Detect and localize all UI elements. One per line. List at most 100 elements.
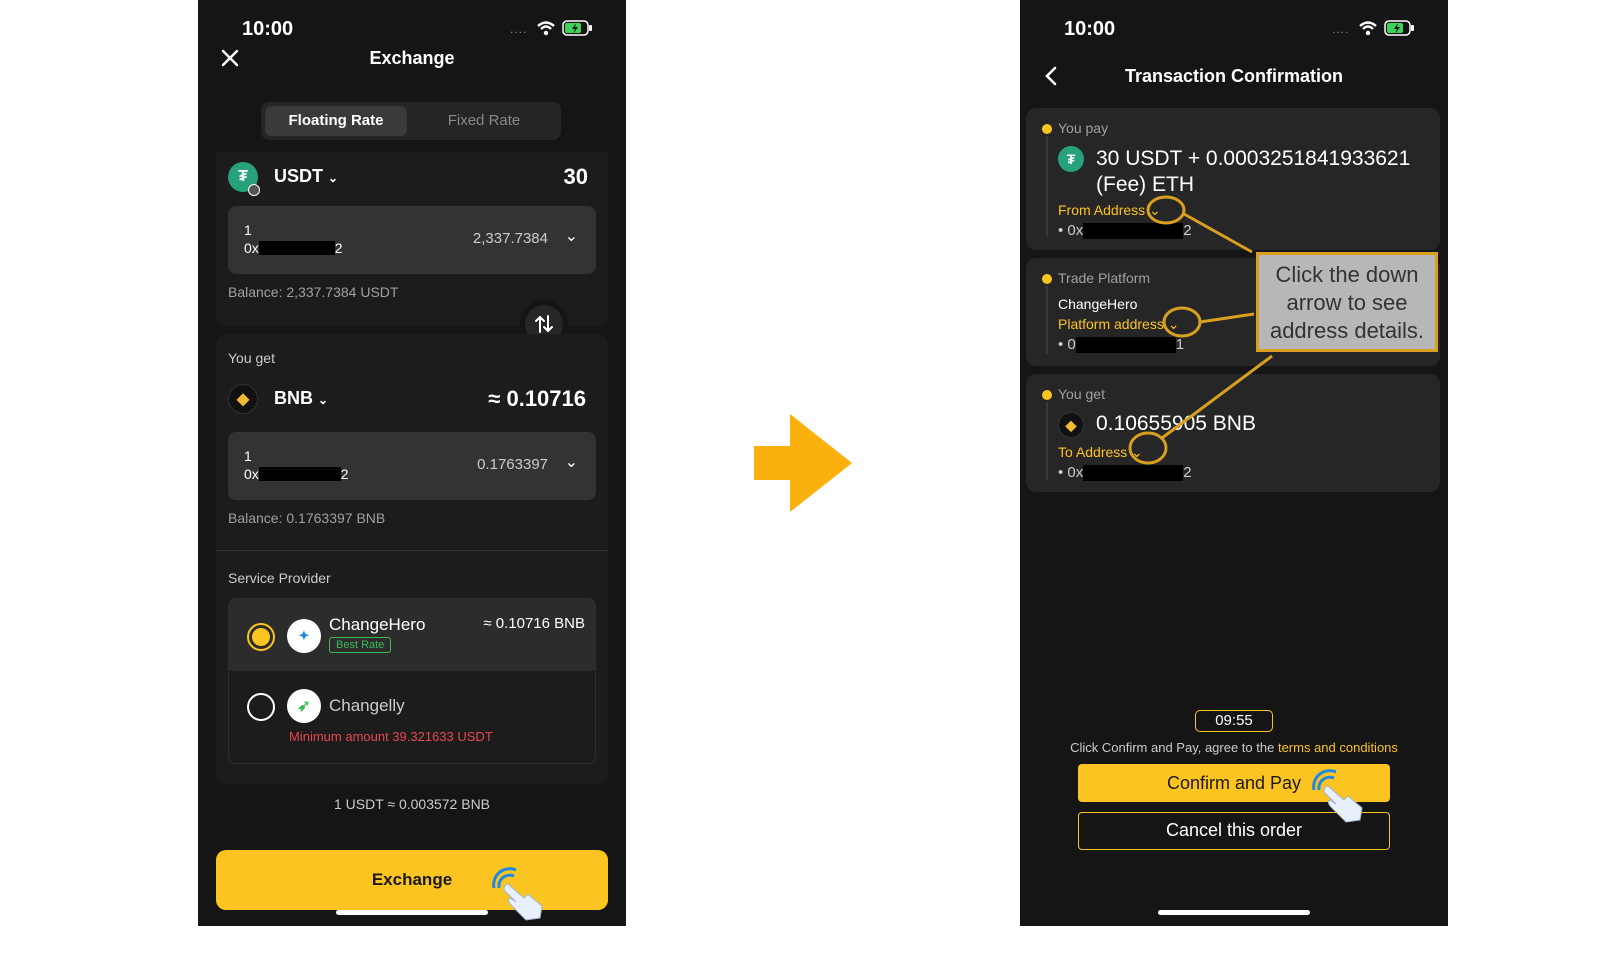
pay-amount-line1: 30 USDT + 0.0003251841933621 bbox=[1096, 147, 1411, 170]
chevron-down-icon: ⌄ bbox=[1149, 202, 1161, 218]
chevron-down-icon: ⌄ bbox=[328, 171, 339, 185]
home-indicator bbox=[336, 910, 488, 915]
provider-name: ChangeHero bbox=[329, 615, 426, 634]
from-address-label: From Address bbox=[1058, 202, 1146, 218]
eth-network-icon bbox=[248, 184, 260, 196]
exchange-screen: 10:00 .... Exchange Floating Rate Fixed … bbox=[198, 0, 626, 926]
signal-icon: .... bbox=[1332, 22, 1350, 36]
from-address: • 0x 2 bbox=[1058, 222, 1192, 239]
exchange-rate: 1 USDT ≈ 0.003572 BNB bbox=[333, 796, 491, 812]
platform-name: ChangeHero bbox=[1058, 296, 1138, 312]
redacted-block bbox=[1083, 464, 1184, 481]
to-card: You get ◆ BNB ⌄ ≈ 0.10716 1 0x 2 0.176339… bbox=[216, 334, 608, 784]
provider-name: Changelly bbox=[329, 696, 405, 715]
to-amount: ≈ 0.10716 bbox=[488, 386, 586, 411]
redacted-block bbox=[258, 241, 335, 255]
address-suffix: 2 bbox=[1183, 464, 1192, 481]
you-pay-card: You pay ₮ 30 USDT + 0.0003251841933621 (F… bbox=[1026, 108, 1440, 250]
to-address-toggle[interactable]: To Address ⌄ bbox=[1058, 444, 1143, 461]
radio-unselected[interactable] bbox=[247, 693, 275, 721]
tab-floating-rate[interactable]: Floating Rate bbox=[265, 106, 407, 136]
status-time: 10:00 bbox=[242, 18, 294, 40]
step-dot bbox=[1042, 274, 1052, 284]
step-dot bbox=[1042, 124, 1052, 134]
callout-line: arrow to see bbox=[1286, 290, 1408, 315]
signal-icon: .... bbox=[510, 22, 528, 36]
address-prefix: 0x bbox=[244, 240, 259, 256]
changelly-logo: ➶ bbox=[287, 689, 321, 723]
usdt-coin-icon: ₮ bbox=[1058, 146, 1084, 172]
terms-link[interactable]: terms and conditions bbox=[1278, 740, 1398, 755]
platform-address: • 01 bbox=[1058, 336, 1185, 353]
wifi-icon bbox=[1359, 21, 1377, 36]
chevron-down-icon: ⌄ bbox=[318, 393, 329, 407]
radio-selected[interactable] bbox=[247, 623, 275, 651]
address-suffix: 2 bbox=[340, 466, 349, 482]
battery-icon bbox=[562, 20, 592, 36]
pay-amount-line2: (Fee) ETH bbox=[1096, 173, 1195, 196]
you-get-label: You get bbox=[1058, 386, 1105, 402]
from-amount-input[interactable]: 30 bbox=[564, 164, 588, 190]
step-dot bbox=[1042, 390, 1052, 400]
to-wallet-name: 1 bbox=[244, 448, 252, 464]
you-get-label: You get bbox=[228, 350, 275, 366]
step-line bbox=[1046, 286, 1048, 354]
from-wallet-selector[interactable]: 1 0x 2 2,337.7384 ⌄ bbox=[228, 206, 596, 274]
minimum-amount-warning: Minimum amount 39.321633 USDT bbox=[289, 729, 493, 744]
platform-address-toggle[interactable]: Platform address ⌄ bbox=[1058, 316, 1179, 333]
hand-tap-icon bbox=[492, 867, 543, 921]
to-token-selector[interactable]: BNB ⌄ bbox=[274, 388, 328, 409]
you-pay-label: You pay bbox=[1058, 120, 1109, 136]
redacted-block bbox=[258, 467, 341, 481]
chevron-down-icon: ⌄ bbox=[1131, 444, 1143, 460]
to-wallet-address: 0x 2 bbox=[244, 466, 349, 482]
chevron-down-icon: ⌄ bbox=[564, 228, 578, 245]
to-balance-text: Balance: 0.1763397 BNB bbox=[228, 510, 386, 526]
bnb-coin-icon: ◆ bbox=[1058, 412, 1084, 438]
chevron-down-icon: ⌄ bbox=[564, 454, 578, 471]
page-title: Transaction Confirmation bbox=[1124, 66, 1344, 86]
address-prefix: 0x bbox=[1067, 222, 1084, 239]
terms-text: Click Confirm and Pay, agree to the bbox=[1070, 740, 1278, 755]
swap-arrows-icon bbox=[535, 315, 553, 333]
terms-line: Click Confirm and Pay, agree to the term… bbox=[1020, 740, 1448, 755]
countdown-timer: 09:55 bbox=[1195, 710, 1273, 732]
redacted-block bbox=[1075, 336, 1176, 353]
annotation-callout: Click the down arrow to see address deta… bbox=[1256, 252, 1438, 352]
to-wallet-selector[interactable]: 1 0x 2 0.1763397 ⌄ bbox=[228, 432, 596, 500]
chevron-down-icon: ⌄ bbox=[1167, 316, 1180, 332]
provider-rate: ≈ 0.10716 BNB bbox=[483, 615, 585, 632]
from-token-selector[interactable]: USDT ⌄ bbox=[274, 166, 338, 187]
from-address-toggle[interactable]: From Address ⌄ bbox=[1058, 202, 1161, 219]
get-amount: 0.10655905 BNB bbox=[1096, 412, 1256, 435]
radio-dot bbox=[252, 628, 270, 646]
to-address-label: To Address bbox=[1058, 444, 1128, 460]
address-prefix: 0 bbox=[1067, 336, 1076, 353]
wifi-icon bbox=[537, 21, 555, 36]
divider bbox=[216, 550, 608, 551]
tab-fixed-rate[interactable]: Fixed Rate bbox=[413, 106, 555, 136]
callout-line: address details. bbox=[1269, 318, 1425, 343]
to-wallet-balance: 0.1763397 bbox=[477, 456, 548, 473]
changehero-logo: ✦ bbox=[287, 619, 321, 653]
to-address: • 0x 2 bbox=[1058, 464, 1192, 481]
battery-icon bbox=[1384, 20, 1414, 36]
address-suffix: 2 bbox=[334, 240, 343, 256]
hand-tap-icon bbox=[1312, 769, 1363, 823]
platform-address-label: Platform address bbox=[1058, 316, 1164, 332]
address-prefix: 0x bbox=[1067, 464, 1084, 481]
address-suffix: 1 bbox=[1175, 336, 1185, 353]
address-suffix: 2 bbox=[1183, 222, 1192, 239]
from-balance-text: Balance: 2,337.7384 USDT bbox=[228, 284, 399, 300]
step-line bbox=[1046, 136, 1048, 236]
right-arrow-icon bbox=[754, 414, 852, 512]
callout-line: Click the down bbox=[1275, 262, 1419, 287]
provider-changelly[interactable]: ➶ Changelly Minimum amount 39.321633 USD… bbox=[229, 671, 595, 763]
bnb-coin-icon: ◆ bbox=[228, 384, 258, 414]
best-rate-badge: Best Rate bbox=[329, 637, 392, 653]
you-get-card: You get ◆ 0.10655905 BNB To Address ⌄ • … bbox=[1026, 374, 1440, 492]
from-wallet-balance: 2,337.7384 bbox=[472, 230, 548, 247]
home-indicator bbox=[1158, 910, 1310, 915]
provider-changehero[interactable]: ✦ ChangeHero Best Rate ≈ 0.10716 BNB bbox=[229, 599, 595, 671]
provider-list: ✦ ChangeHero Best Rate ≈ 0.10716 BNB ➶ C… bbox=[228, 598, 596, 764]
